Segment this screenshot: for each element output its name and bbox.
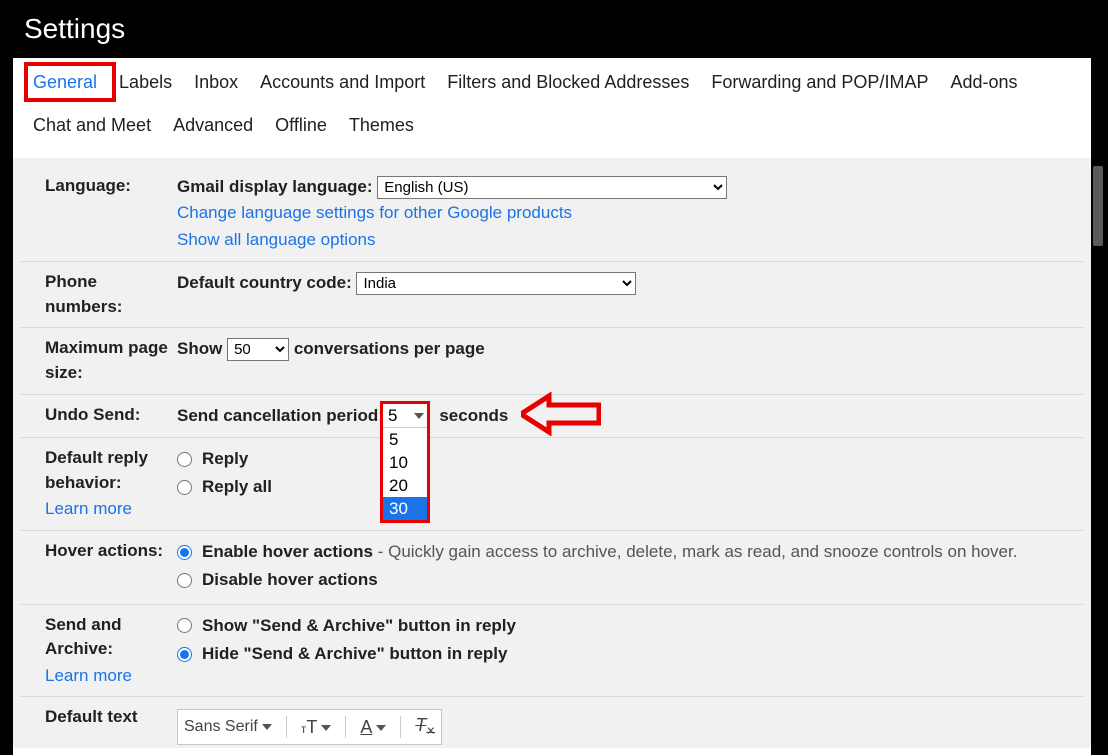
text-size-icon[interactable]: тT: [301, 714, 332, 742]
label-send-archive: Send and Archive:: [45, 615, 122, 659]
text-toolbar: Sans Serif тT A T×: [177, 709, 442, 745]
display-language-label: Gmail display language:: [177, 177, 373, 196]
link-learn-reply[interactable]: Learn more: [45, 497, 177, 522]
annotation-undo-dropdown: 5 5 10 20 30: [380, 401, 430, 523]
tab-offline[interactable]: Offline: [275, 115, 327, 136]
title-bar: Settings: [0, 0, 1108, 58]
dropdown-option-5[interactable]: 5: [383, 428, 427, 451]
select-country-code[interactable]: India: [356, 272, 636, 295]
label-undo: Undo Send:: [21, 403, 177, 429]
tab-inbox[interactable]: Inbox: [194, 72, 238, 93]
tab-labels[interactable]: Labels: [119, 72, 172, 93]
link-show-all-language[interactable]: Show all language options: [177, 230, 375, 249]
radio-disable-hover[interactable]: [177, 573, 192, 588]
opt-disable-hover: Disable hover actions: [202, 567, 378, 593]
select-language[interactable]: English (US): [377, 176, 727, 199]
cancellation-label: Send cancellation period:: [177, 406, 384, 425]
content-area: General Labels Inbox Accounts and Import…: [13, 58, 1091, 755]
label-hover: Hover actions:: [21, 539, 177, 596]
tab-chat[interactable]: Chat and Meet: [33, 115, 151, 136]
divider: [345, 716, 346, 738]
tab-forwarding[interactable]: Forwarding and POP/IMAP: [711, 72, 928, 93]
tab-accounts[interactable]: Accounts and Import: [260, 72, 425, 93]
chevron-down-icon: [262, 724, 272, 730]
label-pagesize: Maximum page size:: [21, 336, 177, 385]
opt-hide-sendarchive: Hide "Send & Archive" button in reply: [202, 641, 507, 667]
tab-advanced[interactable]: Advanced: [173, 115, 253, 136]
link-learn-sendarchive[interactable]: Learn more: [45, 664, 177, 689]
divider: [400, 716, 401, 738]
section-default-text: Default text Sans Serif тT A T×: [21, 697, 1083, 753]
opt-enable-hover: Enable hover actions: [202, 542, 373, 561]
conversations-suffix: conversations per page: [294, 339, 485, 358]
radio-reply[interactable]: [177, 452, 192, 467]
link-change-language[interactable]: Change language settings for other Googl…: [177, 203, 572, 222]
section-default-reply: Default reply behavior: Learn more Reply…: [21, 438, 1083, 531]
section-pagesize: Maximum page size: Show 50 conversations…: [21, 328, 1083, 394]
settings-body: Language: Gmail display language: Englis…: [13, 158, 1091, 748]
show-label: Show: [177, 339, 222, 358]
dropdown-selected[interactable]: 5: [383, 404, 427, 428]
dropdown-option-30[interactable]: 30: [383, 497, 427, 520]
seconds-suffix: seconds: [439, 406, 508, 425]
dropdown-option-10[interactable]: 10: [383, 451, 427, 474]
text-color-icon[interactable]: A: [360, 714, 386, 742]
tab-themes[interactable]: Themes: [349, 115, 414, 136]
section-phone: Phone numbers: Default country code: Ind…: [21, 262, 1083, 328]
page-title: Settings: [24, 13, 125, 45]
label-language: Language:: [21, 174, 177, 253]
label-default-text: Default text: [21, 705, 177, 745]
section-hover: Hover actions: Enable hover actions - Qu…: [21, 531, 1083, 605]
country-code-label: Default country code:: [177, 273, 352, 292]
label-phone: Phone numbers:: [21, 270, 177, 319]
radio-reply-all[interactable]: [177, 480, 192, 495]
chevron-down-icon: [376, 725, 386, 731]
tab-filters[interactable]: Filters and Blocked Addresses: [447, 72, 689, 93]
opt-reply: Reply: [202, 446, 248, 472]
tab-addons[interactable]: Add-ons: [950, 72, 1017, 93]
section-send-archive: Send and Archive: Learn more Show "Send …: [21, 605, 1083, 698]
divider: [286, 716, 287, 738]
select-pagesize[interactable]: 50: [227, 338, 289, 361]
chevron-down-icon: [321, 725, 331, 731]
label-reply: Default reply behavior:: [45, 448, 148, 492]
tab-general[interactable]: General: [33, 72, 97, 93]
tabs-row: General Labels Inbox Accounts and Import…: [13, 58, 1091, 158]
section-language: Language: Gmail display language: Englis…: [21, 166, 1083, 262]
dropdown-value: 5: [388, 406, 397, 426]
clear-format-icon[interactable]: T×: [415, 712, 435, 743]
font-selector[interactable]: Sans Serif: [184, 715, 272, 740]
chevron-down-icon: [414, 413, 424, 419]
opt-reply-all: Reply all: [202, 474, 272, 500]
section-undo-send: Undo Send: Send cancellation period: 5 s…: [21, 395, 1083, 438]
radio-show-sendarchive[interactable]: [177, 618, 192, 633]
scrollbar-thumb[interactable]: [1093, 166, 1103, 246]
opt-show-sendarchive: Show "Send & Archive" button in reply: [202, 613, 516, 639]
radio-enable-hover[interactable]: [177, 545, 192, 560]
dropdown-option-20[interactable]: 20: [383, 474, 427, 497]
radio-hide-sendarchive[interactable]: [177, 647, 192, 662]
hover-desc: - Quickly gain access to archive, delete…: [373, 542, 1017, 561]
